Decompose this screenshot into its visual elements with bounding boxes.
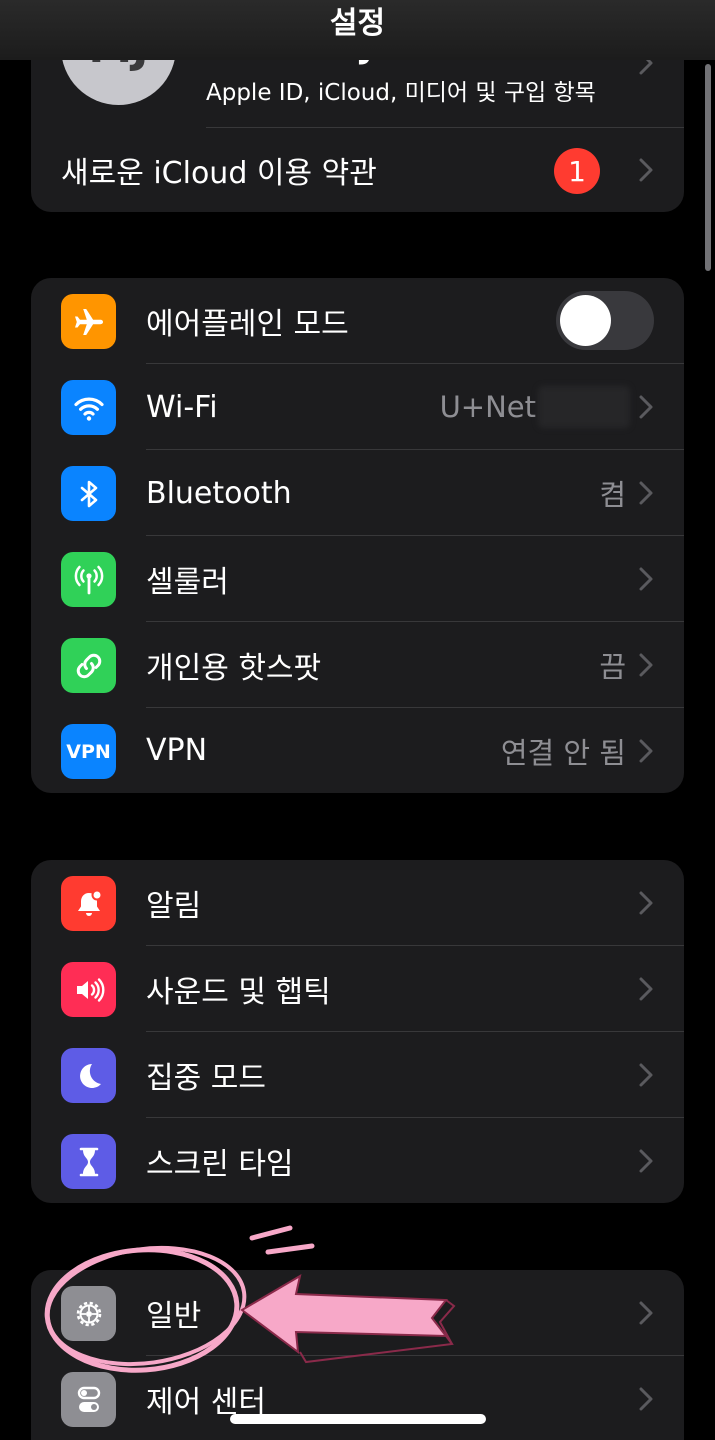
vpn-icon: VPN	[61, 724, 116, 779]
bluetooth-value: 켬	[599, 478, 626, 512]
cellular-row[interactable]: 셀룰러	[31, 536, 684, 622]
wifi-network-value: U+Net	[439, 390, 536, 424]
gear-icon	[61, 1286, 116, 1341]
account-subtitle: Apple ID, iCloud, 미디어 및 구입 항목	[206, 80, 596, 106]
general-label: 일반	[146, 1299, 202, 1334]
home-indicator[interactable]	[230, 1414, 486, 1424]
bluetooth-icon	[61, 466, 116, 521]
screen-time-row[interactable]: 스크린 타임	[31, 1118, 684, 1203]
account-group: MJ Munbae Joon Apple ID, iCloud, 미디어 및 구…	[31, 40, 684, 212]
cellular-label: 셀룰러	[146, 565, 229, 600]
focus-label: 집중 모드	[146, 1061, 266, 1096]
vpn-row[interactable]: VPN VPN 연결 안 됨	[31, 708, 684, 793]
notifications-row[interactable]: 알림	[31, 860, 684, 946]
redacted-blur	[538, 386, 630, 428]
vpn-value: 연결 안 됨	[500, 735, 626, 770]
chevron-right-icon	[639, 158, 653, 182]
toggles-icon	[61, 1372, 116, 1427]
sounds-label: 사운드 및 햅틱	[146, 975, 331, 1010]
icloud-terms-row[interactable]: 새로운 iCloud 이용 약관 1	[31, 128, 684, 212]
notifications-group: 알림 사운드 및 햅틱 집중 모드 스크린 타임	[31, 860, 684, 1203]
cellular-antenna-icon	[61, 552, 116, 607]
notification-badge: 1	[554, 148, 600, 194]
wifi-icon	[61, 380, 116, 435]
screen-time-label: 스크린 타임	[146, 1146, 294, 1182]
airplane-mode-label: 에어플레인 모드	[146, 307, 349, 342]
bluetooth-row[interactable]: Bluetooth 켬	[31, 450, 684, 536]
airplane-mode-row: 에어플레인 모드	[31, 278, 684, 364]
page-title: 설정	[329, 6, 386, 41]
speaker-icon	[61, 962, 116, 1017]
chevron-right-icon	[639, 567, 653, 591]
wifi-label: Wi-Fi	[146, 389, 218, 425]
hotspot-label: 개인용 핫스팟	[146, 651, 322, 686]
chevron-right-icon	[639, 1149, 653, 1172]
airplane-icon	[61, 294, 116, 349]
sounds-row[interactable]: 사운드 및 햅틱	[31, 946, 684, 1032]
chevron-right-icon	[639, 977, 653, 1001]
chevron-right-icon	[639, 481, 653, 505]
general-row[interactable]: 일반	[31, 1270, 684, 1356]
connectivity-group: 에어플레인 모드 Wi-Fi U+Net Bluetooth 켬 셀룰러 개인용…	[31, 278, 684, 793]
bell-icon	[61, 876, 116, 931]
chevron-right-icon	[639, 891, 653, 915]
scroll-indicator	[705, 64, 711, 271]
hotspot-row[interactable]: 개인용 핫스팟 끔	[31, 622, 684, 708]
wifi-row[interactable]: Wi-Fi U+Net	[31, 364, 684, 450]
chevron-right-icon	[639, 653, 653, 677]
airplane-mode-toggle[interactable]	[556, 291, 654, 350]
chevron-right-icon	[639, 1301, 653, 1325]
toggle-knob	[560, 295, 611, 346]
chevron-right-icon	[639, 1063, 653, 1087]
hourglass-icon	[61, 1134, 116, 1189]
icloud-terms-label: 새로운 iCloud 이용 약관	[61, 156, 377, 191]
notifications-label: 알림	[146, 889, 202, 924]
focus-row[interactable]: 집중 모드	[31, 1032, 684, 1118]
bluetooth-label: Bluetooth	[146, 475, 292, 511]
chevron-right-icon	[639, 739, 653, 762]
hotspot-value: 끔	[599, 650, 626, 684]
annotation-emphasis-marks	[249, 1225, 315, 1255]
control-center-row[interactable]: 제어 센터	[31, 1356, 684, 1440]
chevron-right-icon	[639, 395, 653, 419]
vpn-label: VPN	[146, 733, 208, 768]
moon-icon	[61, 1048, 116, 1103]
chevron-right-icon	[639, 1387, 653, 1411]
hotspot-link-icon	[61, 638, 116, 693]
navigation-bar: 설정	[0, 0, 715, 60]
